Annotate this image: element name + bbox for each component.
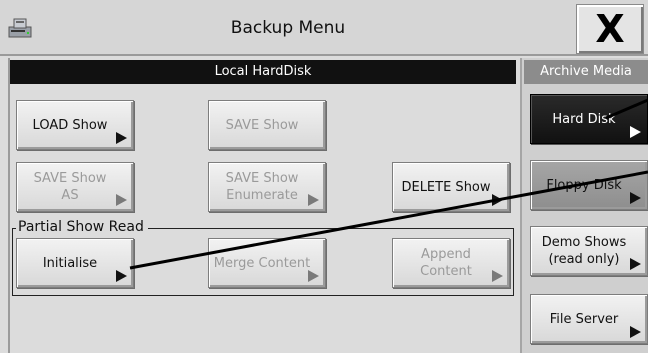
archive-demo-shows-button[interactable]: Demo Shows (read only) <box>530 226 648 276</box>
arrow-right-icon <box>116 132 127 144</box>
arrow-right-icon <box>630 258 641 270</box>
save-show-enumerate-label: SAVE Show Enumerate <box>225 171 299 203</box>
arrow-right-icon <box>492 270 503 282</box>
archive-file-server-button[interactable]: File Server <box>530 294 648 344</box>
title-bar: Backup Menu X <box>0 0 648 56</box>
save-show-enumerate-button[interactable]: SAVE Show Enumerate <box>208 162 326 212</box>
window-title: Backup Menu <box>230 18 346 38</box>
arrow-right-icon <box>630 326 641 338</box>
arrow-right-icon <box>492 194 503 206</box>
arrow-right-icon <box>630 126 641 138</box>
save-show-button[interactable]: SAVE Show <box>208 100 326 150</box>
archive-file-server-label: File Server <box>549 311 619 327</box>
local-harddisk-header: Local HardDisk <box>10 60 516 84</box>
archive-demo-shows-label: Demo Shows (read only) <box>541 235 627 267</box>
initialise-button[interactable]: Initialise <box>16 238 134 288</box>
archive-floppy-disk-button[interactable]: Floppy Disk <box>530 160 648 210</box>
arrow-right-icon <box>308 270 319 282</box>
arrow-right-icon <box>116 270 127 282</box>
save-show-as-button[interactable]: SAVE Show AS <box>16 162 134 212</box>
arrow-right-icon <box>630 192 641 204</box>
partial-show-read-label: Partial Show Read <box>16 219 148 235</box>
delete-show-button[interactable]: DELETE Show <box>392 162 510 212</box>
append-content-button[interactable]: Append Content <box>392 238 510 288</box>
merge-content-label: Merge Content <box>213 255 311 271</box>
archive-floppy-disk-label: Floppy Disk <box>546 177 622 193</box>
backup-menu-window: Backup Menu X Local HardDisk LOAD Show S… <box>0 0 648 353</box>
archive-media-header: Archive Media <box>524 60 648 84</box>
archive-hard-disk-button[interactable]: Hard Disk <box>530 94 648 144</box>
archive-hard-disk-label: Hard Disk <box>552 111 616 127</box>
append-content-label: Append Content <box>420 247 472 279</box>
load-show-label: LOAD Show <box>32 117 108 133</box>
save-show-label: SAVE Show <box>225 117 299 133</box>
initialise-label: Initialise <box>42 255 98 271</box>
arrow-right-icon <box>308 194 319 206</box>
load-show-button[interactable]: LOAD Show <box>16 100 134 150</box>
save-show-as-label: SAVE Show AS <box>33 171 107 203</box>
merge-content-button[interactable]: Merge Content <box>208 238 326 288</box>
close-button[interactable]: X <box>576 4 644 54</box>
arrow-right-icon <box>116 194 127 206</box>
delete-show-label: DELETE Show <box>401 179 491 195</box>
